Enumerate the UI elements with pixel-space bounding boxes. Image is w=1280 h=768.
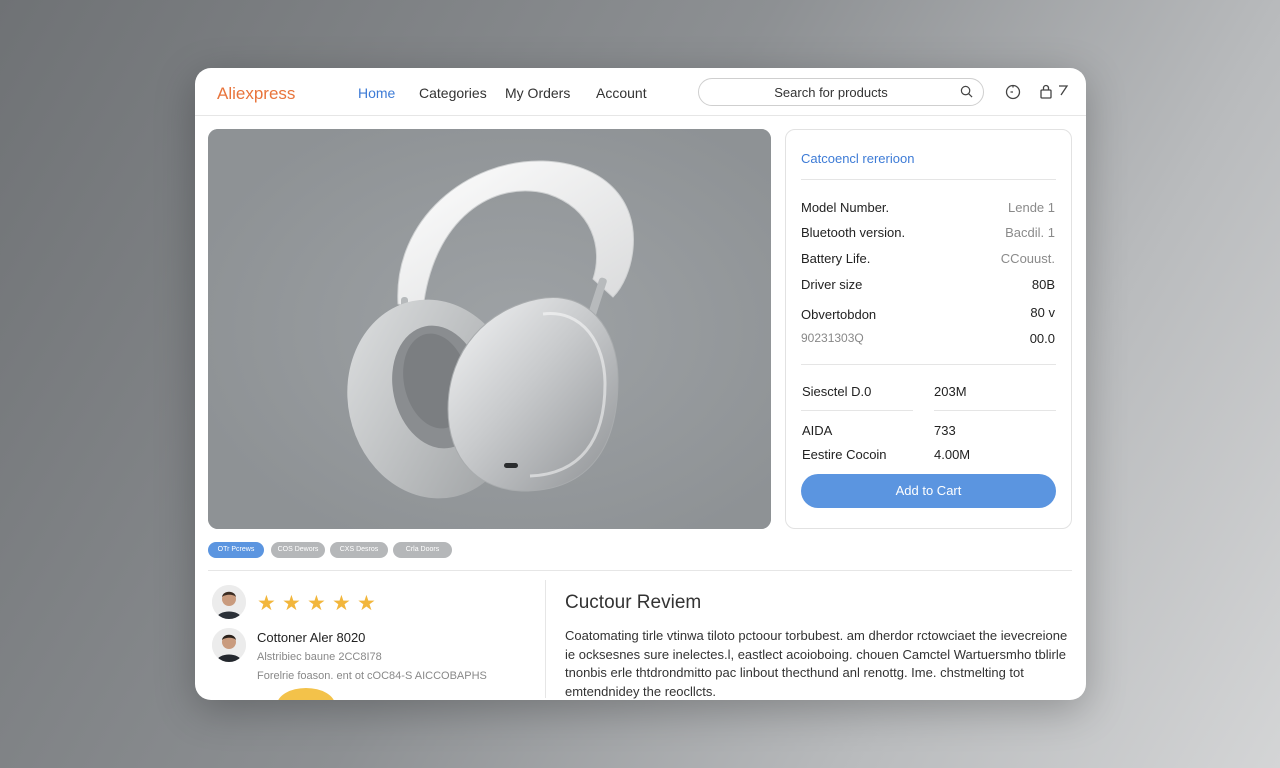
- search-placeholder: Search for products: [774, 85, 888, 100]
- divider: [801, 364, 1056, 365]
- spec-label-bluetooth: Bluetooth version.: [801, 225, 906, 240]
- spec-label-6: 90231303Q: [801, 331, 864, 345]
- search-input[interactable]: Search for products: [698, 78, 984, 106]
- spec-label-model: Model Number.: [801, 200, 890, 215]
- column-divider: [545, 580, 546, 698]
- clock-icon[interactable]: [1004, 83, 1022, 101]
- browser-window: Aliexpress Home Categories My Orders Acc…: [195, 68, 1086, 700]
- divider: [801, 179, 1056, 180]
- review-meta-date: Alstribiec baune 2CC8I78: [257, 651, 382, 663]
- variant-pill-2[interactable]: COS Dewors: [271, 542, 325, 558]
- star-icon: ★: [307, 592, 326, 615]
- star-icon: ★: [282, 592, 301, 615]
- spec-label-driver: Driver size: [801, 277, 863, 292]
- price-label-3: Eestire Cocoin: [802, 447, 887, 462]
- reviewer-name[interactable]: Cottoner Aler 8020: [257, 630, 365, 645]
- site-logo[interactable]: Aliexpress: [217, 84, 295, 104]
- price-value-1: 203M: [934, 384, 967, 399]
- spec-label-battery: Battery Life.: [801, 251, 871, 266]
- avatar-image: [212, 585, 246, 619]
- price-label-2: AIDA: [802, 423, 833, 438]
- nav-account[interactable]: Account: [596, 85, 647, 101]
- section-divider: [208, 570, 1072, 571]
- review-section-title: Cuctour Reviem: [565, 592, 702, 613]
- divider: [934, 410, 1056, 411]
- avatar-image: [212, 628, 246, 662]
- nav-categories[interactable]: Categories: [419, 85, 487, 101]
- star-icon: ★: [357, 592, 376, 615]
- spec-value-battery: CCouust.: [1000, 251, 1055, 266]
- product-image[interactable]: [208, 129, 771, 529]
- spec-title: Catcoencl rererioon: [801, 151, 915, 166]
- spec-value-5: 80 v: [1030, 305, 1055, 320]
- expand-icon[interactable]: [1057, 83, 1069, 101]
- price-value-3: 4.00M: [934, 447, 971, 462]
- star-icon: ★: [332, 592, 351, 615]
- spec-value-driver: 80B: [1031, 277, 1055, 292]
- variant-pill-3[interactable]: CXS Desros: [330, 542, 388, 558]
- divider: [801, 410, 913, 411]
- spec-value-bluetooth: Bacdil. 1: [1005, 225, 1055, 240]
- spec-card: Catcoencl rererioon Model Number. Lende …: [785, 129, 1072, 529]
- avatar[interactable]: [212, 628, 246, 662]
- review-photo[interactable]: [277, 688, 335, 700]
- nav-home[interactable]: Home: [358, 85, 395, 101]
- spec-value-6: 00.0: [1029, 331, 1055, 346]
- cart-icon[interactable]: [1038, 83, 1056, 101]
- top-nav-bar: Aliexpress Home Categories My Orders Acc…: [195, 68, 1086, 116]
- variant-pill-1[interactable]: OTr Pcrews: [208, 542, 264, 558]
- search-icon[interactable]: [960, 85, 973, 98]
- variant-pill-4[interactable]: Crla Doors: [393, 542, 452, 558]
- star-icon: ★: [257, 592, 276, 615]
- spec-label-5: Obvertobdon: [801, 307, 877, 322]
- price-label-1: Siesctel D.0: [802, 384, 872, 399]
- spec-value-model: Lende 1: [1008, 200, 1055, 215]
- price-value-2: 733: [934, 423, 956, 438]
- review-meta-detail: Forelrie foason. ent ot cOC84-S AICCOBAP…: [257, 670, 487, 682]
- headphones-image: [208, 129, 771, 529]
- nav-my-orders[interactable]: My Orders: [505, 85, 570, 101]
- review-text: Coatomating tirle vtinwa tiloto pctoour …: [565, 628, 1068, 699]
- avatar[interactable]: [212, 585, 246, 619]
- add-to-cart-button[interactable]: Add to Cart: [801, 474, 1056, 508]
